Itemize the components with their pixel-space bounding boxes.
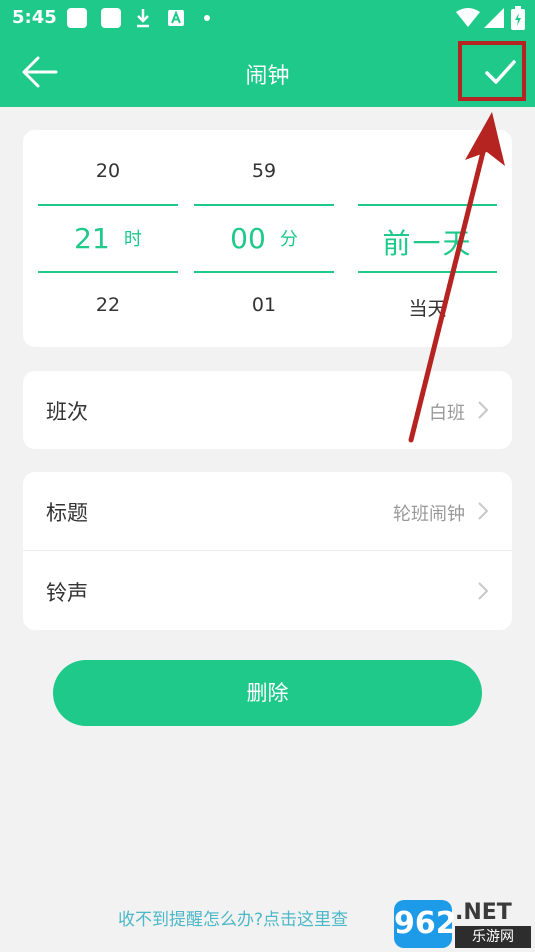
watermark-domain: .NET	[455, 900, 512, 925]
minute-wheel[interactable]: 59 00 分 01	[194, 130, 334, 347]
watermark-logo: 962 .NET 乐游网	[392, 898, 535, 952]
download-icon	[137, 9, 149, 28]
confirm-highlight-box	[458, 41, 526, 101]
page-title: 闹钟	[245, 64, 290, 89]
notification-square-icon	[101, 8, 121, 28]
title-value: 轮班闹钟	[393, 504, 465, 525]
hour-selected[interactable]: 21 时	[38, 222, 178, 255]
ringtone-label: 铃声	[46, 581, 88, 605]
status-time: 5:45	[12, 7, 57, 28]
shift-value: 白班	[429, 403, 465, 424]
minute-next[interactable]: 01	[194, 294, 334, 316]
battery-charging-icon	[511, 6, 525, 30]
notification-square-icon	[67, 8, 87, 28]
delete-button[interactable]: 删除	[53, 660, 482, 726]
shift-card: 班次 白班	[23, 371, 512, 449]
day-selected[interactable]: 前一天	[358, 222, 497, 262]
chevron-right-icon	[478, 401, 489, 419]
minute-unit: 分	[279, 229, 298, 250]
watermark-sub: 乐游网	[455, 926, 531, 948]
time-picker-card: 20 21 时 22 59 00 分 01 前一天 当天	[23, 130, 512, 347]
day-divider-bottom	[358, 271, 497, 273]
settings-card: 标题 轮班闹钟 铃声	[23, 472, 512, 630]
hour-divider-top	[38, 204, 178, 206]
day-next[interactable]: 当天	[358, 294, 497, 321]
title-row[interactable]: 标题 轮班闹钟	[23, 472, 512, 550]
hour-unit: 时	[123, 229, 142, 250]
minute-selected[interactable]: 00 分	[194, 222, 334, 255]
watermark-badge: 962	[394, 900, 457, 948]
minute-selected-value: 00	[230, 222, 266, 255]
day-divider-top	[358, 204, 497, 206]
hour-next[interactable]: 22	[38, 294, 178, 316]
title-label: 标题	[46, 501, 88, 525]
row-divider	[23, 550, 512, 551]
hour-selected-value: 21	[74, 222, 110, 255]
day-wheel[interactable]: 前一天 当天	[358, 130, 497, 347]
dot-icon	[204, 15, 210, 21]
day-selected-value: 前一天	[382, 227, 473, 260]
help-link[interactable]: 收不到提醒怎么办?点击这里查	[118, 905, 348, 930]
hour-divider-bottom	[38, 271, 178, 273]
wifi-icon	[456, 8, 480, 27]
chevron-right-icon	[478, 502, 489, 520]
status-bar: 5:45	[0, 0, 535, 36]
minute-prev[interactable]: 59	[194, 160, 334, 182]
hour-wheel[interactable]: 20 21 时 22	[38, 130, 178, 347]
shift-row[interactable]: 班次 白班	[23, 371, 512, 449]
minute-divider-bottom	[194, 271, 334, 273]
app-bar: 闹钟	[0, 36, 535, 107]
minute-divider-top	[194, 204, 334, 206]
shift-label: 班次	[46, 400, 88, 424]
hour-prev[interactable]: 20	[38, 160, 178, 182]
a-badge-icon	[168, 10, 184, 26]
ringtone-row[interactable]: 铃声	[23, 552, 512, 630]
signal-icon	[484, 8, 504, 28]
chevron-right-icon	[478, 582, 489, 600]
